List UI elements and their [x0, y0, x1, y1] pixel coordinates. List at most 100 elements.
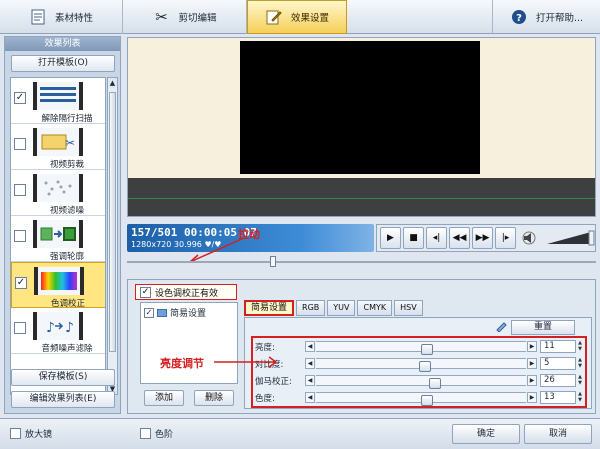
svg-text:♪: ♪ [46, 320, 55, 336]
magnifier-checkbox[interactable]: 放大镜 [10, 427, 52, 440]
effects-list-title: 效果列表 [5, 37, 120, 51]
play-icon[interactable]: ▶ [380, 227, 401, 249]
simple-settings-panel: 重置 亮度: ◀ ▶ 11 ▲▼ 对比度: ◀ ▶ 5 ▲▼ 伽马校正: ◀ [244, 317, 592, 409]
levels-checkbox[interactable]: 色阶 [140, 427, 173, 440]
tab-yuv[interactable]: YUV [327, 300, 356, 316]
decrease-arrow-icon[interactable]: ◀ [305, 358, 315, 369]
brightness-value[interactable]: 11 [540, 340, 576, 353]
increase-arrow-icon[interactable]: ▶ [527, 358, 537, 369]
next-frame-icon[interactable]: |▸ [495, 227, 516, 249]
tab-cmyk[interactable]: CMYK [357, 300, 393, 316]
spinner-icon[interactable]: ▲ ▼ [576, 357, 584, 370]
music-note-icon: ♪ ♪ [33, 312, 83, 340]
increase-arrow-icon[interactable]: ▶ [527, 375, 537, 386]
slider-knob[interactable] [419, 361, 431, 372]
tab-rgb[interactable]: RGB [296, 300, 326, 316]
effect-checkbox[interactable]: ✓ [15, 277, 27, 289]
checkbox[interactable] [10, 428, 21, 439]
tree-item-simple[interactable]: ✓ 简易设置 [144, 306, 206, 319]
effect-checkbox[interactable] [14, 230, 26, 242]
rewind-icon[interactable]: ◀◀ [449, 227, 470, 249]
effect-item-audio-denoise[interactable]: ♪ ♪ 音频噪声滤除 [11, 308, 105, 354]
scroll-thumb[interactable] [109, 92, 116, 352]
increase-arrow-icon[interactable]: ▶ [527, 341, 537, 352]
folder-icon [157, 308, 167, 317]
seek-slider[interactable] [127, 256, 596, 267]
top-toolbar: 素材特性 ✂ 剪切编辑 效果设置 ? 打开帮助... [0, 0, 600, 34]
effect-checkbox[interactable]: ✓ [14, 92, 26, 104]
fast-forward-icon[interactable]: ▶▶ [472, 227, 493, 249]
decrease-arrow-icon[interactable]: ◀ [305, 375, 315, 386]
effect-item-sharpen[interactable]: 强调轮廓 [11, 216, 105, 262]
svg-text:✂: ✂ [65, 136, 75, 150]
slider-knob[interactable] [421, 395, 433, 406]
volume-icon[interactable] [518, 227, 539, 249]
scroll-up-icon[interactable]: ▲ [108, 78, 117, 88]
contrast-slider[interactable] [316, 358, 526, 372]
tab-hsv[interactable]: HSV [394, 300, 423, 316]
effects-list: ✓ 解除隔行扫描 ✂ 视频剪裁 视频滤噪 强调轮廓 ✓ 色调校正 ♪ ♪ 音频噪… [10, 77, 106, 395]
edit-effects-list-button[interactable]: 编辑效果列表(E) [11, 391, 115, 408]
help-button[interactable]: ? 打开帮助... [493, 0, 600, 34]
save-template-button[interactable]: 保存模板(S) [11, 369, 115, 386]
gamma-value[interactable]: 26 [540, 374, 576, 387]
open-template-button[interactable]: 打开模板(O) [11, 55, 115, 72]
enable-checkbox[interactable]: ✓ [140, 286, 151, 298]
tab-cut-edit[interactable]: ✂ 剪切编辑 [123, 0, 247, 34]
reset-button[interactable]: 重置 [511, 320, 575, 335]
effect-item-deinterlace[interactable]: ✓ 解除隔行扫描 [11, 78, 105, 124]
chroma-value[interactable]: 13 [540, 391, 576, 404]
cancel-button[interactable]: 取消 [524, 424, 592, 444]
tree-item-label: 简易设置 [170, 309, 207, 319]
enable-color-correction-checkbox[interactable]: ✓ 设色调校正有效 [135, 284, 237, 300]
chroma-slider[interactable] [316, 392, 526, 406]
volume-slider[interactable] [545, 230, 595, 246]
decrease-arrow-icon[interactable]: ◀ [305, 392, 315, 403]
checkbox[interactable] [140, 428, 151, 439]
brightness-annotation: 亮度调节 [160, 357, 204, 370]
adjustment-group: 亮度: ◀ ▶ 11 ▲ ▼ 对比度: ◀ ▶ 5 ▲ ▼ 伽马校正: ◀ ▶ 26 [251, 336, 587, 408]
effect-item-denoise[interactable]: 视频滤噪 [11, 170, 105, 216]
spinner-icon[interactable]: ▲ ▼ [576, 391, 584, 404]
brush-icon[interactable] [495, 320, 508, 333]
brightness-slider[interactable] [316, 341, 526, 355]
gamma-label: 伽马校正: [255, 377, 292, 387]
spinner-icon[interactable]: ▲ ▼ [576, 340, 584, 353]
tab-material-properties[interactable]: 素材特性 [0, 0, 123, 34]
video-preview [127, 37, 596, 217]
tab-effect-settings[interactable]: 效果设置 [247, 0, 347, 34]
increase-arrow-icon[interactable]: ▶ [527, 392, 537, 403]
help-label: 打开帮助... [535, 13, 584, 24]
effect-checkbox[interactable] [14, 322, 26, 334]
tab-simple[interactable]: 简易设置 [244, 300, 295, 316]
prev-frame-icon[interactable]: ◂| [426, 227, 447, 249]
contrast-row: 对比度: ◀ ▶ 5 ▲ ▼ [253, 356, 585, 372]
slider-knob[interactable] [421, 344, 433, 355]
effect-item-color-correction[interactable]: ✓ 色调校正 [11, 262, 105, 309]
ok-button[interactable]: 确定 [452, 424, 520, 444]
magnifier-label: 放大镜 [25, 430, 53, 440]
effect-checkbox[interactable] [14, 138, 26, 150]
effects-list-panel: 效果列表 打开模板(O) ✓ 解除隔行扫描 ✂ 视频剪裁 视频滤噪 强调轮廓 ✓… [4, 36, 121, 414]
help-icon: ? [510, 8, 528, 26]
decrease-arrow-icon[interactable]: ◀ [305, 341, 315, 352]
effect-checkbox[interactable] [14, 184, 26, 196]
effects-list-scrollbar[interactable]: ▲ ▼ [107, 77, 118, 395]
add-button[interactable]: 添加 [144, 390, 184, 406]
document-icon [29, 8, 47, 26]
contrast-value[interactable]: 5 [540, 357, 576, 370]
seek-knob[interactable] [270, 256, 276, 267]
seek-track [127, 261, 596, 263]
gamma-slider[interactable] [316, 375, 526, 389]
color-tabs: 简易设置 RGB YUV CMYK HSV [244, 300, 423, 316]
slider-knob[interactable] [429, 378, 441, 389]
sharpen-icon [33, 220, 83, 248]
spinner-icon[interactable]: ▲ ▼ [576, 374, 584, 387]
effect-label: 视频滤噪 [49, 206, 84, 216]
effect-item-crop[interactable]: ✂ 视频剪裁 [11, 124, 105, 170]
stop-icon[interactable]: ■ [403, 227, 424, 249]
brightness-row: 亮度: ◀ ▶ 11 ▲ ▼ [253, 339, 585, 355]
tab-label: 素材特性 [54, 13, 93, 24]
delete-button[interactable]: 删除 [194, 390, 234, 406]
tree-checkbox[interactable]: ✓ [144, 307, 154, 318]
